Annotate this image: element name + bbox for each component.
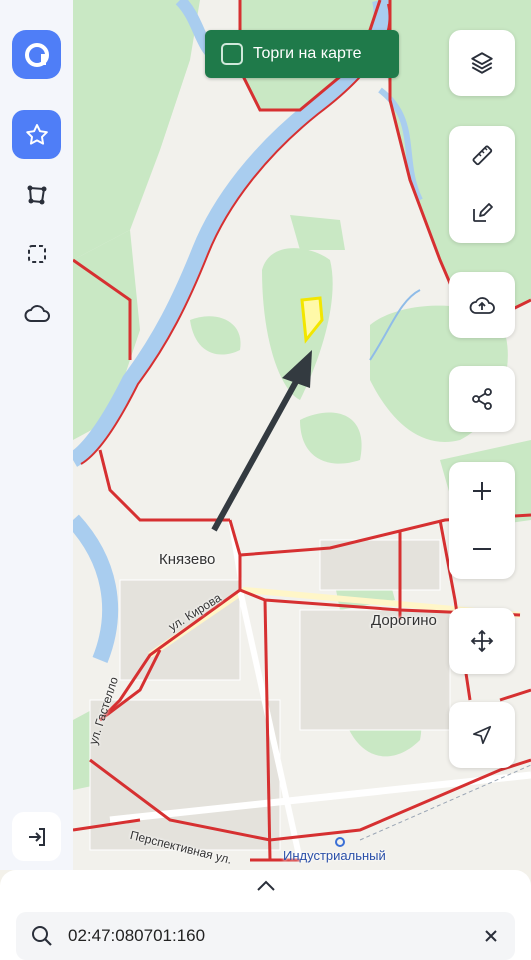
map-label-industrial: Индустриальный xyxy=(283,848,386,863)
login-button[interactable] xyxy=(12,812,61,861)
zoom-card xyxy=(449,462,515,579)
close-icon xyxy=(485,930,497,942)
share-card xyxy=(449,366,515,432)
login-icon xyxy=(28,827,45,846)
auctions-toggle[interactable]: Торги на карте xyxy=(205,30,399,78)
search-input[interactable]: 02:47:080701:160 xyxy=(68,926,467,946)
left-sidebar xyxy=(0,0,73,870)
locate-card xyxy=(449,702,515,768)
draw-polygon-button[interactable] xyxy=(12,170,61,219)
zoom-in-icon xyxy=(473,482,491,500)
dashed-select-icon xyxy=(27,244,46,263)
move-icon xyxy=(470,629,494,653)
map-label-dorogino: Дорогино xyxy=(371,612,437,629)
edit-icon xyxy=(473,203,493,222)
move-button[interactable] xyxy=(449,608,515,674)
share-icon xyxy=(472,388,492,410)
auctions-checkbox[interactable] xyxy=(221,43,243,65)
layers-icon xyxy=(471,52,493,74)
map-label-knyazevo: Князево xyxy=(159,551,216,568)
ruler-button[interactable] xyxy=(449,126,515,184)
map-screen: Князево Дорогино ул. Кирова ул. Гастелло… xyxy=(0,0,531,960)
auctions-toggle-label: Торги на карте xyxy=(253,45,362,62)
move-card xyxy=(449,608,515,674)
upload-card xyxy=(449,272,515,338)
layers-card xyxy=(449,30,515,96)
clear-search-button[interactable] xyxy=(467,912,515,960)
zoom-out-icon xyxy=(473,548,491,550)
cloud-icon xyxy=(24,304,50,322)
search-icon xyxy=(16,912,68,960)
edit-button[interactable] xyxy=(449,184,515,242)
star-icon xyxy=(25,123,48,145)
select-area-button[interactable] xyxy=(12,229,61,278)
upload-cloud-icon xyxy=(469,297,495,314)
chevron-up-icon xyxy=(257,880,275,891)
upload-button[interactable] xyxy=(449,272,515,338)
polygon-icon xyxy=(27,185,46,204)
ruler-icon xyxy=(472,145,493,166)
share-button[interactable] xyxy=(449,366,515,432)
measure-edit-card xyxy=(449,126,515,243)
layers-button[interactable] xyxy=(449,30,515,96)
favorites-button[interactable] xyxy=(12,110,61,159)
zoom-in-button[interactable] xyxy=(449,462,515,520)
locate-icon xyxy=(472,725,492,745)
search-bar[interactable]: 02:47:080701:160 xyxy=(16,912,515,960)
app-logo[interactable] xyxy=(12,30,61,79)
bottom-panel: 02:47:080701:160 xyxy=(0,870,531,960)
expand-panel-button[interactable] xyxy=(253,876,279,896)
logo-icon xyxy=(24,42,49,67)
cloud-button[interactable] xyxy=(12,289,61,338)
zoom-out-button[interactable] xyxy=(449,520,515,578)
locate-button[interactable] xyxy=(449,702,515,768)
